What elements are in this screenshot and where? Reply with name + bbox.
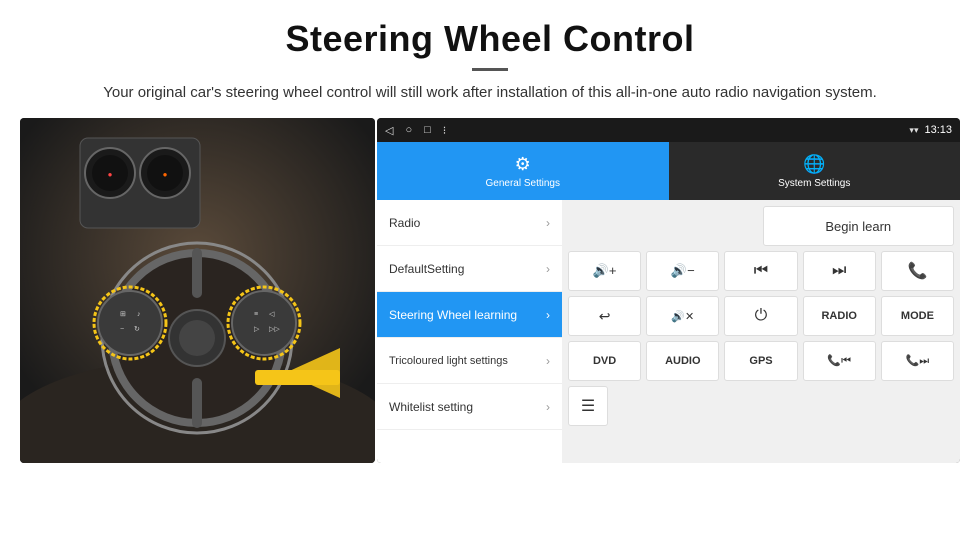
svg-text:●: ●	[108, 170, 113, 179]
phone-next-button[interactable]: 📞⏭	[881, 341, 954, 381]
svg-text:♪: ♪	[137, 311, 141, 318]
menu-default-label: DefaultSetting	[389, 262, 464, 276]
content-area: Radio › DefaultSetting › Steering Wheel …	[377, 200, 960, 463]
mode-button[interactable]: MODE	[881, 296, 954, 336]
svg-text:⊞: ⊞	[120, 311, 126, 318]
menu-item-tricolour[interactable]: Tricoloured light settings ›	[377, 338, 562, 384]
menu-item-steering[interactable]: Steering Wheel learning ›	[377, 292, 562, 338]
menu-whitelist-chevron: ›	[546, 400, 550, 414]
svg-text:●: ●	[163, 170, 168, 179]
ctrl-row-4: DVD AUDIO GPS 📞⏮ 📞⏭	[568, 341, 954, 381]
svg-text:−: −	[120, 326, 124, 333]
menu-tricolour-chevron: ›	[546, 354, 550, 368]
ctrl-row-1: Begin learn	[568, 206, 954, 246]
svg-text:↻: ↻	[134, 326, 140, 333]
audio-button[interactable]: AUDIO	[646, 341, 719, 381]
ctrl-row-3: ↩ 🔊✕ ⏻ RADIO MODE	[568, 296, 954, 336]
vol-down-button[interactable]: 🔊−	[646, 251, 719, 291]
menu-steering-chevron: ›	[546, 308, 550, 322]
tab-system[interactable]: 🌐 System Settings	[669, 142, 961, 200]
svg-text:≡: ≡	[254, 311, 258, 318]
ctrl-row-2: 🔊+ 🔊− ⏮ ⏭ 📞	[568, 251, 954, 291]
title-divider	[472, 68, 508, 71]
tab-general-label: General Settings	[486, 178, 561, 189]
menu-steering-label: Steering Wheel learning	[389, 308, 517, 322]
phone-prev-button[interactable]: 📞⏮	[803, 341, 876, 381]
tab-system-label: System Settings	[778, 178, 850, 189]
menu-radio-chevron: ›	[546, 216, 550, 230]
main-content: ● ● ⊞ ♪ − ↻ ≡ ◁ ▷	[20, 118, 960, 463]
vol-up-button[interactable]: 🔊+	[568, 251, 641, 291]
next-track-button[interactable]: ⏭	[803, 251, 876, 291]
nav-recent-icon[interactable]: □	[424, 124, 431, 136]
phone-button[interactable]: 📞	[881, 251, 954, 291]
hangup-button[interactable]: ↩	[568, 296, 641, 336]
nav-buttons: ◁ ○ □ ⁝	[385, 124, 446, 137]
power-button[interactable]: ⏻	[724, 296, 797, 336]
empty-space-1	[568, 206, 758, 246]
menu-whitelist-label: Whitelist setting	[389, 400, 473, 414]
menu-radio-label: Radio	[389, 216, 420, 230]
prev-track-button[interactable]: ⏮	[724, 251, 797, 291]
menu-default-chevron: ›	[546, 262, 550, 276]
settings-icon: ⚙	[515, 154, 531, 175]
status-right: ▾▾ 13:13	[909, 124, 952, 136]
status-time: 13:13	[924, 124, 952, 136]
menu-item-default[interactable]: DefaultSetting ›	[377, 246, 562, 292]
menu-item-radio[interactable]: Radio ›	[377, 200, 562, 246]
right-controls-panel: Begin learn 🔊+ 🔊− ⏮ ⏭ 📞 ↩ 🔊✕ ⏻ RADIO MOD	[562, 200, 960, 463]
gps-button[interactable]: GPS	[724, 341, 797, 381]
mute-button[interactable]: 🔊✕	[646, 296, 719, 336]
list-button[interactable]: ☰	[568, 386, 608, 426]
left-menu: Radio › DefaultSetting › Steering Wheel …	[377, 200, 562, 463]
menu-tricolour-label: Tricoloured light settings	[389, 355, 508, 367]
nav-back-icon[interactable]: ◁	[385, 124, 393, 137]
wifi-icon: ▾▾	[909, 125, 918, 136]
radio-button[interactable]: RADIO	[803, 296, 876, 336]
system-icon: 🌐	[803, 154, 825, 175]
dvd-button[interactable]: DVD	[568, 341, 641, 381]
page-header: Steering Wheel Control Your original car…	[0, 0, 980, 118]
begin-learn-button[interactable]: Begin learn	[763, 206, 955, 246]
page-title: Steering Wheel Control	[60, 18, 920, 60]
menu-item-whitelist[interactable]: Whitelist setting ›	[377, 384, 562, 430]
tab-bar: ⚙ General Settings 🌐 System Settings	[377, 142, 960, 200]
car-image-panel: ● ● ⊞ ♪ − ↻ ≡ ◁ ▷	[20, 118, 375, 463]
page-subtitle: Your original car's steering wheel contr…	[60, 81, 920, 104]
nav-dots-icon[interactable]: ⁝	[443, 124, 447, 137]
status-bar: ◁ ○ □ ⁝ ▾▾ 13:13	[377, 118, 960, 142]
car-image-svg: ● ● ⊞ ♪ − ↻ ≡ ◁ ▷	[20, 118, 375, 463]
svg-text:◁: ◁	[269, 311, 275, 318]
android-panel: ◁ ○ □ ⁝ ▾▾ 13:13 ⚙ General Settings 🌐 Sy…	[377, 118, 960, 463]
nav-home-icon[interactable]: ○	[405, 124, 412, 136]
tab-general[interactable]: ⚙ General Settings	[377, 142, 669, 200]
svg-text:▷▷: ▷▷	[269, 326, 280, 333]
ctrl-row-5: ☰	[568, 386, 954, 426]
svg-text:▷: ▷	[254, 326, 260, 333]
